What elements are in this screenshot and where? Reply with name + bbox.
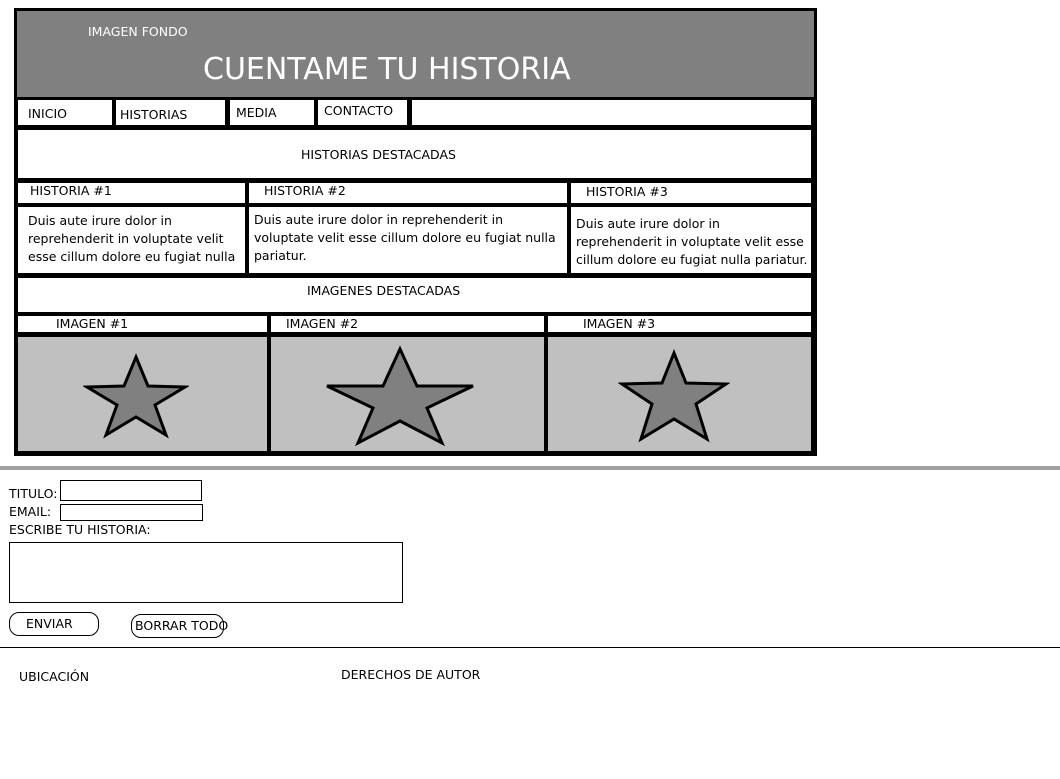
featured-stories-section: HISTORIAS DESTACADAS xyxy=(18,130,811,178)
title-input[interactable] xyxy=(60,480,202,501)
nav-empty-cell xyxy=(412,100,811,125)
title-label: TITULO: xyxy=(9,486,58,501)
site-title: CUENTAME TU HISTORIA xyxy=(203,52,571,87)
nav-item-inicio[interactable]: INICIO xyxy=(18,100,112,125)
nav-item-media[interactable]: MEDIA xyxy=(230,100,314,125)
star-icon xyxy=(618,349,730,443)
nav-item-label: CONTACTO xyxy=(324,103,394,118)
clear-all-button[interactable]: BORRAR TODO xyxy=(131,614,228,638)
image-placeholder xyxy=(548,337,811,451)
story-text: Duis aute irure dolor in reprehenderit i… xyxy=(576,216,808,267)
email-label: EMAIL: xyxy=(9,504,52,519)
footer-copyright: DERECHOS DE AUTOR xyxy=(341,667,481,682)
star-icon xyxy=(326,345,474,447)
nav-item-label: INICIO xyxy=(28,106,67,121)
image-title: IMAGEN #3 xyxy=(583,316,656,331)
story-title: HISTORIA #3 xyxy=(586,184,668,199)
story-text: Duis aute irure dolor in reprehenderit i… xyxy=(28,213,236,264)
submit-button-label: ENVIAR xyxy=(26,616,73,631)
image-title: IMAGEN #2 xyxy=(286,316,359,331)
story-title-cell: HISTORIA #2 xyxy=(249,183,567,203)
featured-stories-heading: HISTORIAS DESTACADAS xyxy=(301,147,456,162)
section-divider xyxy=(0,466,1060,470)
story-text-cell: Duis aute irure dolor in reprehenderit i… xyxy=(249,207,567,273)
footer-location: UBICACIÓN xyxy=(19,669,90,684)
featured-images-heading: IMAGENES DESTACADAS xyxy=(307,283,461,298)
story-label: ESCRIBE TU HISTORIA: xyxy=(9,522,151,537)
story-text-cell: Duis aute irure dolor in reprehenderit i… xyxy=(18,207,245,273)
image-placeholder xyxy=(18,337,267,451)
story-title-cell: HISTORIA #3 xyxy=(571,183,811,203)
star-icon xyxy=(83,353,189,439)
image-title-cell: IMAGEN #2 xyxy=(271,316,544,332)
submit-button[interactable]: ENVIAR xyxy=(9,612,99,636)
story-title-cell: HISTORIA #1 xyxy=(18,183,245,203)
image-title-cell: IMAGEN #3 xyxy=(548,316,811,332)
email-input[interactable] xyxy=(60,504,203,521)
clear-all-button-label: BORRAR TODO xyxy=(135,618,229,633)
footer-divider xyxy=(0,647,1060,648)
story-text: Duis aute irure dolor in reprehenderit i… xyxy=(254,212,556,263)
story-title: HISTORIA #1 xyxy=(30,183,112,198)
story-textarea[interactable] xyxy=(9,542,403,603)
story-title: HISTORIA #2 xyxy=(264,183,346,198)
nav-item-label: MEDIA xyxy=(236,105,277,120)
nav-item-historias[interactable]: HISTORIAS xyxy=(116,100,225,125)
featured-images-section: IMAGENES DESTACADAS xyxy=(18,278,811,312)
nav-item-contacto[interactable]: CONTACTO xyxy=(318,100,407,125)
image-title: IMAGEN #1 xyxy=(56,316,129,331)
header-background-label: IMAGEN FONDO xyxy=(88,24,188,39)
image-placeholder xyxy=(271,337,544,451)
image-title-cell: IMAGEN #1 xyxy=(18,316,267,332)
nav-item-label: HISTORIAS xyxy=(120,107,188,122)
story-text-cell: Duis aute irure dolor in reprehenderit i… xyxy=(571,207,811,273)
